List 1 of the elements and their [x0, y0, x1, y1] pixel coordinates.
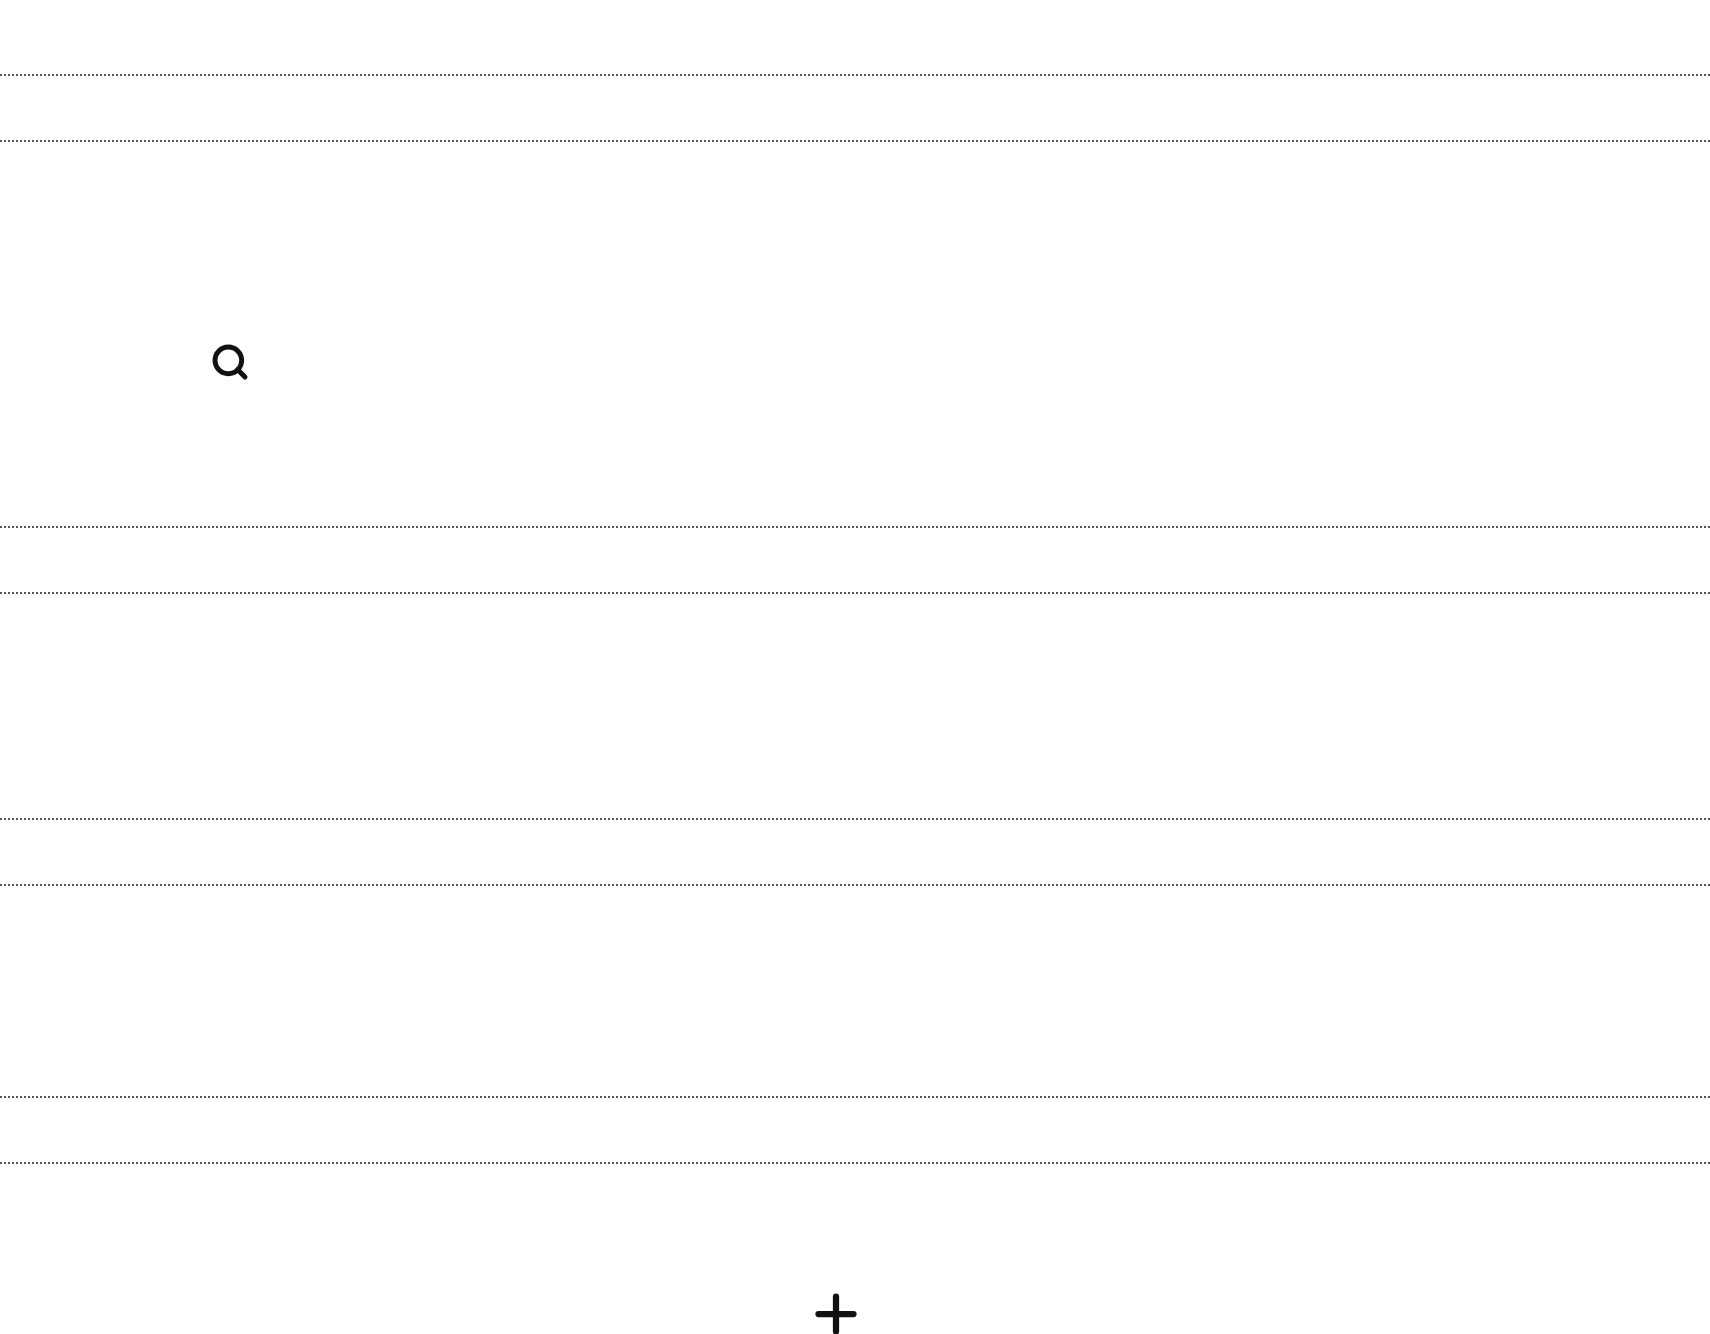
search-icon[interactable]: [210, 342, 250, 382]
